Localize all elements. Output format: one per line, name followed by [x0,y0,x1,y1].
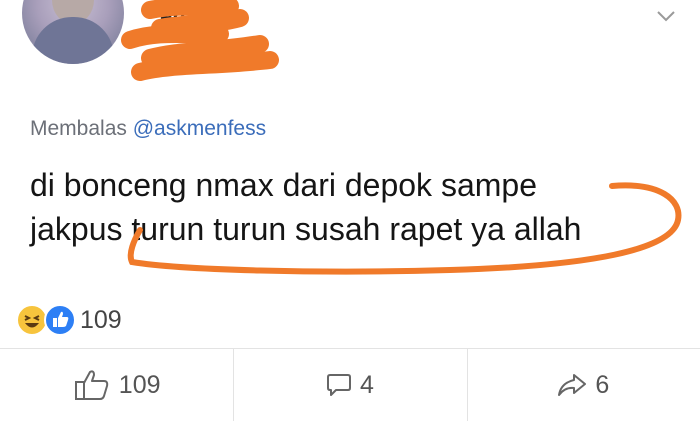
post-text: di bonceng nmax dari depok sampe jakpus … [30,167,582,247]
reaction-icons [14,302,94,338]
avatar[interactable] [22,0,124,64]
share-icon [558,374,587,396]
name-redaction-scribble [121,0,279,81]
like-button[interactable]: 109 [0,349,233,421]
comment-button[interactable]: 4 [233,349,466,421]
like-icon [44,304,76,336]
share-count: 6 [595,370,610,399]
thumbs-up-icon [74,370,108,400]
reply-post: eh.. Membalas @askmenfess di bonceng nma… [0,0,700,421]
action-bar: 109 4 6 [0,349,700,421]
reply-handle-link[interactable]: @askmenfess [133,117,266,140]
comment-icon [327,374,352,396]
reply-context: Membalas @askmenfess [30,117,266,141]
avatar-shoulders [32,17,114,64]
share-button[interactable]: 6 [466,349,700,421]
comment-count: 4 [360,370,374,399]
reaction-summary[interactable]: 109 [14,302,122,338]
reply-prefix: Membalas [30,117,127,140]
like-count: 109 [118,370,161,399]
chevron-down-icon[interactable] [656,10,676,22]
